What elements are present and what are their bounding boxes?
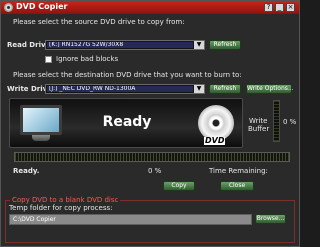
temp-folder-input[interactable]: C:\DVD Copier [9,214,252,225]
temp-group-title: Copy DVD to a blank DVD disc [10,196,121,204]
ignore-bad-blocks-checkbox[interactable] [45,56,52,63]
copy-button[interactable]: Copy [163,181,195,191]
write-drive-select[interactable]: [J:] _NEC DVD_RW ND-1300A ▼ [45,84,205,94]
minimize-button[interactable]: _ [275,3,284,12]
write-buffer-label-line2: Buffer [248,125,270,133]
write-buffer-meter [273,100,280,142]
time-remaining-label: Time Remaining: [209,167,268,175]
window-title: DVD Copier [16,2,68,11]
dvd-disc-icon [4,3,13,12]
write-buffer-percent: 0 % [283,118,297,126]
chevron-down-icon[interactable]: ▼ [194,41,204,49]
progress-percent: 0 % [148,167,162,175]
browse-button[interactable]: Browse... [255,214,286,224]
close-button[interactable]: Close [220,181,254,191]
write-refresh-button[interactable]: Refresh [209,84,241,94]
title-bar[interactable]: DVD Copier ? _ × [1,1,299,14]
close-window-button[interactable]: × [286,3,295,12]
status-panel: Ready DVD [9,98,243,148]
progress-status: Ready. [13,167,40,175]
read-refresh-button[interactable]: Refresh [209,40,241,50]
copy-progress-bar [14,152,290,162]
read-drive-value: [K:] RN1527G 52W/30X8 [47,42,193,48]
help-button[interactable]: ? [264,3,273,12]
write-drive-value: [J:] _NEC DVD_RW ND-1300A [47,86,193,92]
temp-folder-label: Temp folder for copy process: [9,204,113,212]
monitor-stand [32,135,50,141]
ignore-bad-blocks-label: Ignore bad blocks [56,55,119,63]
write-buffer-label-line1: Write [249,117,268,125]
dvd-logo: DVD [204,136,226,145]
dvd-copier-window: DVD Copier ? _ × Please select the sourc… [0,0,300,247]
destination-prompt: Please select the destination DVD drive … [13,71,242,79]
source-prompt: Please select the source DVD drive to co… [13,18,185,26]
write-options-button[interactable]: Write Options... [246,84,294,94]
read-drive-select[interactable]: [K:] RN1527G 52W/30X8 ▼ [45,40,205,50]
chevron-down-icon[interactable]: ▼ [194,85,204,93]
